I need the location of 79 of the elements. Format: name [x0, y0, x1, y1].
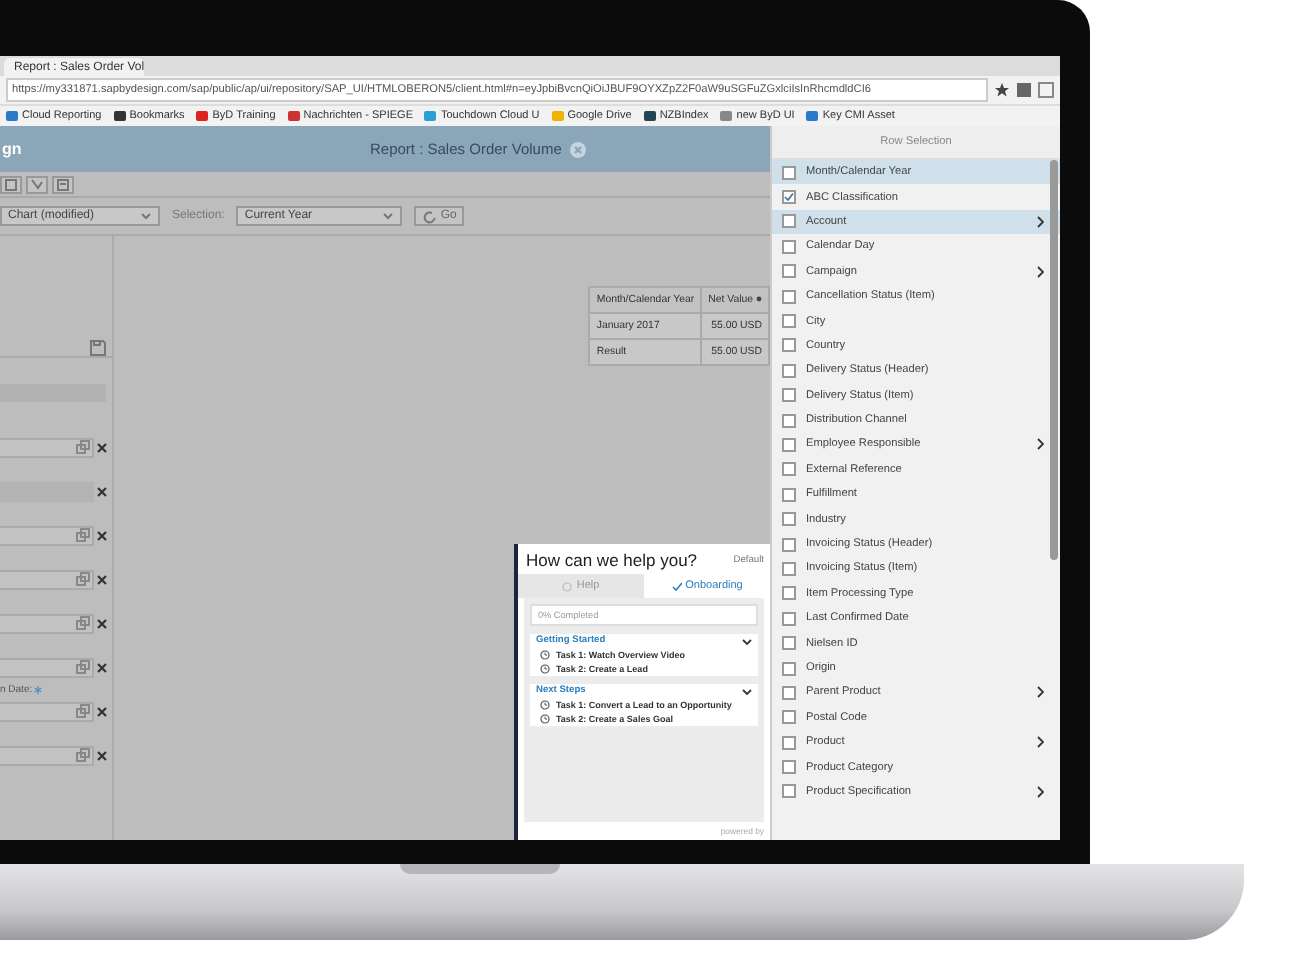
- clock-icon: [540, 650, 550, 660]
- checkbox[interactable]: [782, 338, 796, 353]
- bookmark-icon: [424, 110, 437, 122]
- chevron-down-icon[interactable]: [742, 637, 752, 645]
- checkbox[interactable]: [782, 437, 796, 452]
- clock-icon: [540, 700, 550, 710]
- checkbox[interactable]: [782, 784, 796, 799]
- checkbox[interactable]: [782, 165, 796, 180]
- checkbox[interactable]: [782, 363, 796, 378]
- filter-field[interactable]: [0, 613, 94, 633]
- bookmark-icon: [551, 110, 564, 122]
- checkbox[interactable]: [782, 561, 796, 576]
- chevron-down-icon: [140, 212, 152, 220]
- checkbox[interactable]: [782, 537, 796, 552]
- check-icon: [671, 581, 682, 591]
- bookmark-icon: [720, 110, 733, 122]
- checkbox[interactable]: [782, 413, 796, 428]
- checkbox[interactable]: [782, 264, 796, 279]
- chevron-down-icon[interactable]: [742, 687, 752, 695]
- clock-icon: [540, 664, 550, 674]
- checkbox[interactable]: [782, 586, 796, 601]
- toolbar-button[interactable]: [26, 175, 48, 193]
- checkbox[interactable]: [782, 760, 796, 775]
- scrollbar[interactable]: [1050, 160, 1058, 560]
- bookmark-icon: [6, 110, 18, 122]
- toolbar-button[interactable]: [0, 175, 22, 193]
- close-icon[interactable]: [569, 141, 586, 157]
- clear-icon[interactable]: [96, 573, 108, 585]
- bookmark-icon: [287, 110, 300, 122]
- checkbox[interactable]: [782, 289, 796, 304]
- checkbox[interactable]: [782, 710, 796, 725]
- checkbox[interactable]: [782, 388, 796, 403]
- check-icon: [784, 192, 794, 203]
- brand-name: gn: [0, 140, 22, 158]
- checkbox[interactable]: [782, 214, 796, 229]
- clear-icon[interactable]: [96, 705, 108, 717]
- filter-field[interactable]: [0, 569, 94, 589]
- checkbox[interactable]: [782, 611, 796, 626]
- chart-icon: [28, 176, 46, 192]
- clear-icon[interactable]: [96, 441, 108, 453]
- clear-icon[interactable]: [96, 617, 108, 629]
- help-title: How can we help you?: [526, 550, 698, 570]
- checkbox[interactable]: [782, 487, 796, 502]
- star-icon[interactable]: [994, 82, 1010, 98]
- clear-icon[interactable]: [96, 749, 108, 761]
- filter-field[interactable]: [0, 437, 94, 457]
- clear-icon[interactable]: [96, 529, 108, 541]
- save-icon[interactable]: [90, 340, 106, 356]
- table-icon: [2, 176, 20, 192]
- bookmark-icon: [806, 110, 819, 122]
- value-help-icon[interactable]: [76, 440, 90, 454]
- refresh-icon: [422, 209, 437, 223]
- value-help-icon[interactable]: [76, 528, 90, 542]
- checkbox[interactable]: [782, 462, 796, 477]
- bookmark-icon: [643, 110, 656, 122]
- clear-icon[interactable]: [96, 485, 108, 497]
- value-help-icon[interactable]: [76, 704, 90, 718]
- checkbox[interactable]: [782, 661, 796, 675]
- checkbox[interactable]: [782, 512, 796, 527]
- checkbox[interactable]: [782, 636, 796, 651]
- filter-field[interactable]: [0, 657, 94, 677]
- checkbox[interactable]: [782, 314, 796, 329]
- value-help-icon[interactable]: [76, 748, 90, 762]
- value-help-icon[interactable]: [76, 660, 90, 674]
- checkbox[interactable]: [782, 735, 796, 750]
- value-help-icon[interactable]: [76, 616, 90, 630]
- filter-field[interactable]: [0, 745, 94, 765]
- clear-icon[interactable]: [96, 661, 108, 673]
- bookmark-icon: [113, 110, 126, 122]
- sort-icon: [756, 296, 762, 302]
- chevron-down-icon: [382, 212, 395, 220]
- bookmark-icon: [196, 110, 209, 122]
- filter-field[interactable]: [0, 701, 94, 721]
- checkbox[interactable]: [782, 239, 796, 254]
- value-help-icon[interactable]: [76, 572, 90, 586]
- checkbox[interactable]: [782, 190, 796, 205]
- clock-icon: [540, 714, 550, 724]
- checkbox[interactable]: [782, 685, 796, 700]
- filter-field[interactable]: [0, 525, 94, 545]
